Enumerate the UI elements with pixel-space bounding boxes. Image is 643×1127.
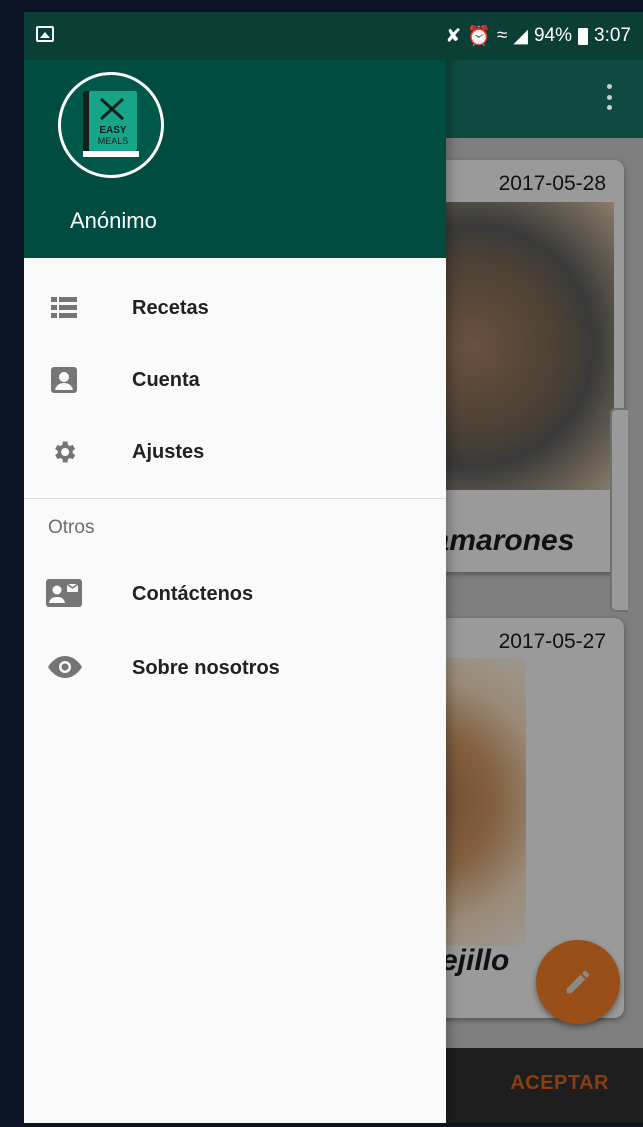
section-title: Otros (48, 517, 95, 538)
drawer-item-sobre-nosotros[interactable]: Sobre nosotros (24, 631, 446, 705)
pencil-icon (566, 970, 590, 994)
overflow-menu-icon[interactable] (607, 84, 613, 110)
svg-text:MEALS: MEALS (98, 136, 129, 146)
list-icon (50, 294, 78, 322)
status-icons: ✘ ⏰ ≈ ◢ 94% 3:07 (445, 24, 631, 48)
image-notification-icon (36, 26, 54, 42)
status-bar: ✘ ⏰ ≈ ◢ 94% 3:07 (24, 12, 643, 60)
battery-icon (578, 27, 589, 45)
signal-icon: ◢ (513, 25, 528, 47)
drawer-item-label: Ajustes (132, 440, 205, 463)
battery-percent: 94% (533, 25, 573, 46)
mute-icon: ✘ (445, 25, 462, 47)
navigation-drawer: EASY MEALS Anónimo Recetas Cuenta Ajuste… (24, 12, 446, 1123)
wifi-icon: ≈ (496, 25, 508, 46)
user-name: Anónimo (70, 208, 157, 233)
app-logo-avatar[interactable]: EASY MEALS (58, 72, 164, 178)
easy-meals-logo: EASY MEALS (83, 91, 139, 157)
alarm-icon: ⏰ (467, 26, 491, 47)
account-box-icon (50, 366, 78, 394)
drawer-item-label: Contáctenos (132, 582, 254, 605)
svg-text:EASY: EASY (99, 125, 127, 136)
gear-icon (50, 438, 78, 466)
clock: 3:07 (594, 25, 631, 46)
drawer-item-contactenos[interactable]: Contáctenos (24, 557, 446, 631)
drawer-item-label: Cuenta (132, 368, 200, 391)
drawer-item-label: Sobre nosotros (132, 656, 280, 679)
edit-fab-button[interactable] (536, 940, 620, 1024)
side-handle[interactable] (610, 408, 628, 612)
contact-mail-icon (46, 579, 82, 607)
drawer-item-label: Recetas (132, 296, 209, 319)
drawer-item-recetas[interactable]: Recetas (24, 272, 446, 344)
eye-icon (48, 653, 82, 681)
drawer-menu: Recetas Cuenta Ajustes Otros Contáctenos… (24, 258, 446, 705)
accept-button[interactable]: ACEPTAR (510, 1072, 609, 1095)
drawer-item-cuenta[interactable]: Cuenta (24, 344, 446, 416)
drawer-section-header: Otros (24, 499, 446, 557)
phone-screen: ✘ ⏰ ≈ ◢ 94% 3:07 2017-05-28 camarones 20… (24, 12, 643, 1123)
drawer-item-ajustes[interactable]: Ajustes (24, 416, 446, 488)
recipe-date: 2017-05-27 (498, 630, 606, 653)
recipe-date: 2017-05-28 (498, 172, 606, 195)
